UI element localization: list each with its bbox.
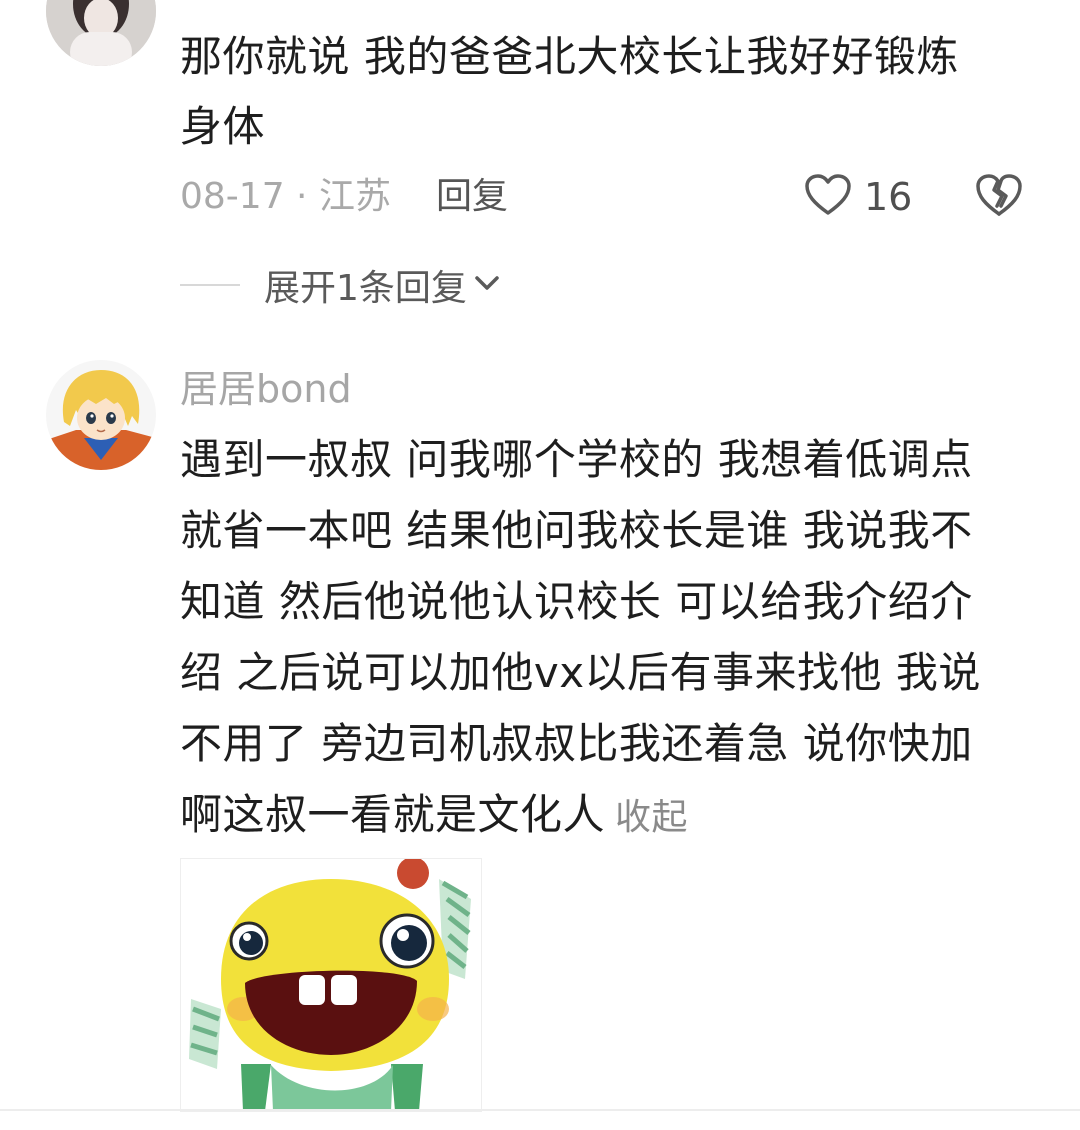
chevron-down-icon <box>473 273 501 297</box>
comment-line: 就省一本吧 结果他问我校长是谁 我说我不 <box>180 506 973 555</box>
comment-line: 知道 然后他说他认识校长 可以给我介绍介 <box>180 577 973 626</box>
sticker-image[interactable] <box>180 858 482 1112</box>
commenter-username[interactable]: 居居bond <box>180 362 352 416</box>
divider-line <box>180 284 240 286</box>
like-count: 16 <box>864 175 913 219</box>
commenter-avatar[interactable] <box>46 360 156 470</box>
collapse-button[interactable]: 收起 <box>615 797 688 838</box>
heart-outline-icon <box>804 173 852 221</box>
commenter-avatar[interactable] <box>46 0 156 66</box>
comment-date-location: 08-17 · 江苏 <box>180 176 391 217</box>
comment-text: 遇到一叔叔 问我哪个学校的 我想着低调点 就省一本吧 结果他问我校长是谁 我说我… <box>180 424 1040 853</box>
like-button[interactable]: 16 <box>804 170 912 224</box>
expand-replies-label: 展开1条回复 <box>264 268 467 309</box>
reply-button[interactable]: 回复 <box>436 172 508 222</box>
comment-line-text: 啊这叔一看就是文化人 <box>180 790 606 839</box>
dislike-button[interactable] <box>974 172 1024 222</box>
comment-line: 绍 之后说可以加他vx以后有事来找他 我说 <box>180 648 981 697</box>
expand-replies-button[interactable]: 展开1条回复 <box>180 262 501 309</box>
comment-line: 遇到一叔叔 问我哪个学校的 我想着低调点 <box>180 435 973 484</box>
bottom-divider <box>0 1109 1080 1111</box>
broken-heart-icon <box>974 174 1024 222</box>
comment-line: 那你就说 我的爸爸北大校长让我好好锻炼 <box>180 32 959 81</box>
comment-line: 身体 <box>180 102 266 151</box>
comment-text: 那你就说 我的爸爸北大校长让我好好锻炼 身体 <box>180 22 1040 162</box>
comment-line-last: 啊这叔一看就是文化人 收起 <box>180 779 1040 853</box>
comment-line: 不用了 旁边司机叔叔比我还着急 说你快加 <box>180 719 973 768</box>
